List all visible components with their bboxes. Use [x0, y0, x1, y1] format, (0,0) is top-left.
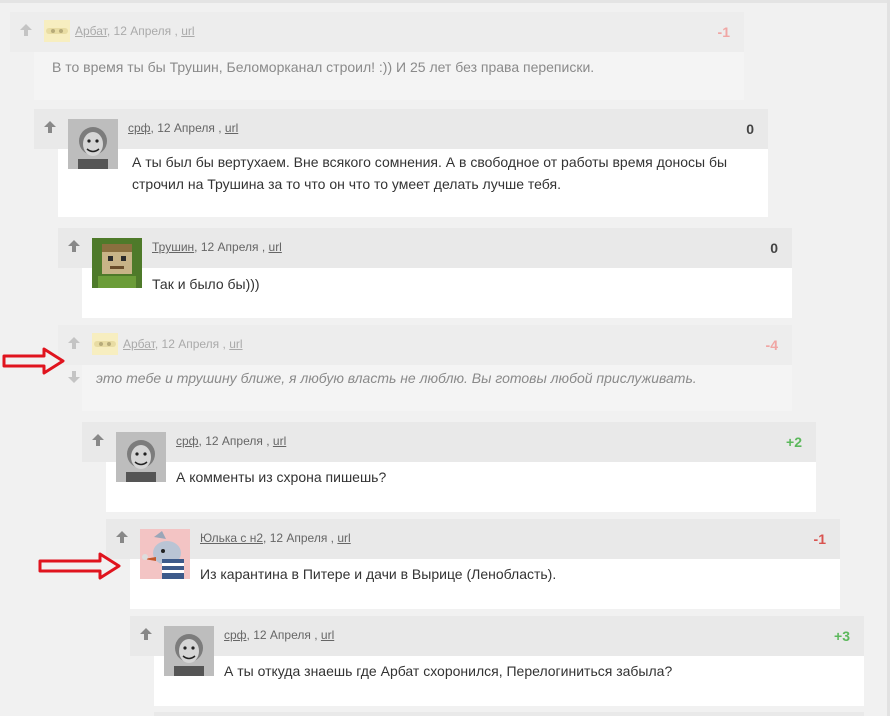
comment-text: А ты откуда знаешь где Арбат схоронился,…	[154, 656, 864, 706]
author-link[interactable]: Трушин	[152, 240, 194, 254]
comment-score: 0	[746, 121, 754, 137]
comment-meta: срф, 12 Апреля , url	[224, 628, 334, 642]
comment-header: Трушин, 12 Апреля , url 0	[58, 228, 792, 288]
url-link[interactable]: url	[181, 24, 194, 38]
vote-up-icon[interactable]	[66, 238, 82, 254]
comment-score: +2	[786, 434, 802, 450]
comment-header: срф, 12 Апреля , url +2	[82, 422, 816, 482]
meta-sep: ,	[218, 121, 222, 135]
avatar	[92, 333, 118, 355]
vote-up-icon[interactable]	[114, 529, 130, 545]
comment-text: А ты был бы вертухаем. Вне всякого сомне…	[58, 149, 768, 217]
avatar	[164, 626, 214, 676]
meta-sep: ,	[194, 240, 198, 254]
next-comment-peek	[154, 712, 864, 716]
comment: Трушин, 12 Апреля , url 0 Так и было бы)…	[58, 228, 792, 318]
meta-sep: ,	[198, 434, 202, 448]
comment-date: 12 Апреля	[269, 531, 328, 545]
author-link[interactable]: срф	[128, 121, 151, 135]
vote-up-icon[interactable]	[138, 626, 154, 642]
comment: срф, 12 Апреля , url +2 А комменты из сх…	[82, 422, 816, 512]
comment-date: 12 Апреля	[205, 434, 263, 448]
top-divider	[0, 0, 890, 3]
comment-meta: Арбат, 12 Апреля , url	[123, 337, 243, 351]
comment-score: +3	[834, 628, 850, 644]
meta-sep: ,	[222, 337, 226, 351]
comment-date: 12 Апреля	[161, 337, 220, 351]
comment-meta: Юлька с н2, 12 Апреля , url	[200, 531, 351, 545]
comment-score: -1	[717, 24, 730, 40]
comment-header: Арбат, 12 Апреля , url -1	[10, 12, 744, 52]
comment-meta: Трушин, 12 Апреля , url	[152, 240, 282, 254]
meta-sep: ,	[154, 337, 159, 351]
meta-sep: ,	[261, 240, 266, 254]
vote-up-icon[interactable]	[90, 432, 106, 448]
vote-up-icon[interactable]	[66, 335, 82, 351]
avatar	[92, 238, 142, 288]
author-link[interactable]: срф	[224, 628, 247, 642]
comment-score: -4	[765, 337, 778, 353]
url-link[interactable]: url	[229, 337, 242, 351]
comment-text: А комменты из схрона пишешь?	[106, 462, 816, 512]
comment-text: это тебе и трушину ближе, я любую власть…	[82, 365, 792, 411]
comment-header: срф, 12 Апреля , url +3	[130, 616, 864, 676]
meta-sep: ,	[266, 434, 270, 448]
comment-header: Арбат, 12 Апреля , url -4	[58, 325, 792, 383]
url-link[interactable]: url	[225, 121, 238, 135]
vote-down-icon[interactable]	[66, 369, 82, 385]
comment-score: -1	[813, 531, 826, 547]
comment: Арбат, 12 Апреля , url -4 это тебе и тру…	[58, 325, 792, 411]
meta-sep: ,	[263, 531, 267, 545]
avatar	[116, 432, 166, 482]
url-link[interactable]: url	[273, 434, 286, 448]
comment-header: Юлька с н2, 12 Апреля , url -1	[106, 519, 840, 579]
comment-text: В то время ты бы Трушин, Беломорканал ст…	[34, 52, 744, 100]
meta-sep: ,	[330, 531, 335, 545]
comment-date: 12 Апреля	[200, 240, 259, 254]
meta-sep: ,	[150, 121, 154, 135]
comment-score: 0	[770, 240, 778, 256]
comment-date: 12 Апреля	[113, 24, 172, 38]
author-link[interactable]: Юлька с н2	[200, 531, 263, 545]
meta-sep: ,	[174, 24, 178, 38]
vote-up-icon[interactable]	[42, 119, 58, 135]
avatar	[68, 119, 118, 169]
comment: срф, 12 Апреля , url 0 А ты был бы верту…	[34, 109, 768, 217]
author-link[interactable]: Арбат	[123, 337, 155, 351]
comment-text: Так и было бы)))	[82, 268, 792, 318]
url-link[interactable]: url	[269, 240, 282, 254]
comment: Юлька с н2, 12 Апреля , url -1 Из карант…	[106, 519, 840, 609]
comment-date: 12 Апреля	[253, 628, 311, 642]
comment-meta: срф, 12 Апреля , url	[128, 121, 238, 135]
comment: Арбат, 12 Апреля , url -1 В то время ты …	[10, 12, 744, 100]
annotation-arrow-icon	[2, 347, 65, 375]
annotation-arrow-icon	[38, 552, 121, 580]
comment-header: срф, 12 Апреля , url 0	[34, 109, 768, 169]
comment-meta: срф, 12 Апреля , url	[176, 434, 286, 448]
meta-sep: ,	[246, 628, 250, 642]
author-link[interactable]: срф	[176, 434, 199, 448]
avatar	[140, 529, 190, 579]
meta-sep: ,	[106, 24, 111, 38]
comment-meta: Арбат, 12 Апреля , url	[75, 24, 195, 38]
url-link[interactable]: url	[321, 628, 334, 642]
avatar	[44, 20, 70, 42]
url-link[interactable]: url	[337, 531, 350, 545]
author-link[interactable]: Арбат	[75, 24, 107, 38]
vote-up-icon[interactable]	[18, 22, 34, 38]
comment-date: 12 Апреля	[157, 121, 215, 135]
comment: срф, 12 Апреля , url +3 А ты откуда знае…	[130, 616, 864, 706]
meta-sep: ,	[314, 628, 318, 642]
comment-text: Из карантина в Питере и дачи в Вырице (Л…	[130, 559, 840, 609]
